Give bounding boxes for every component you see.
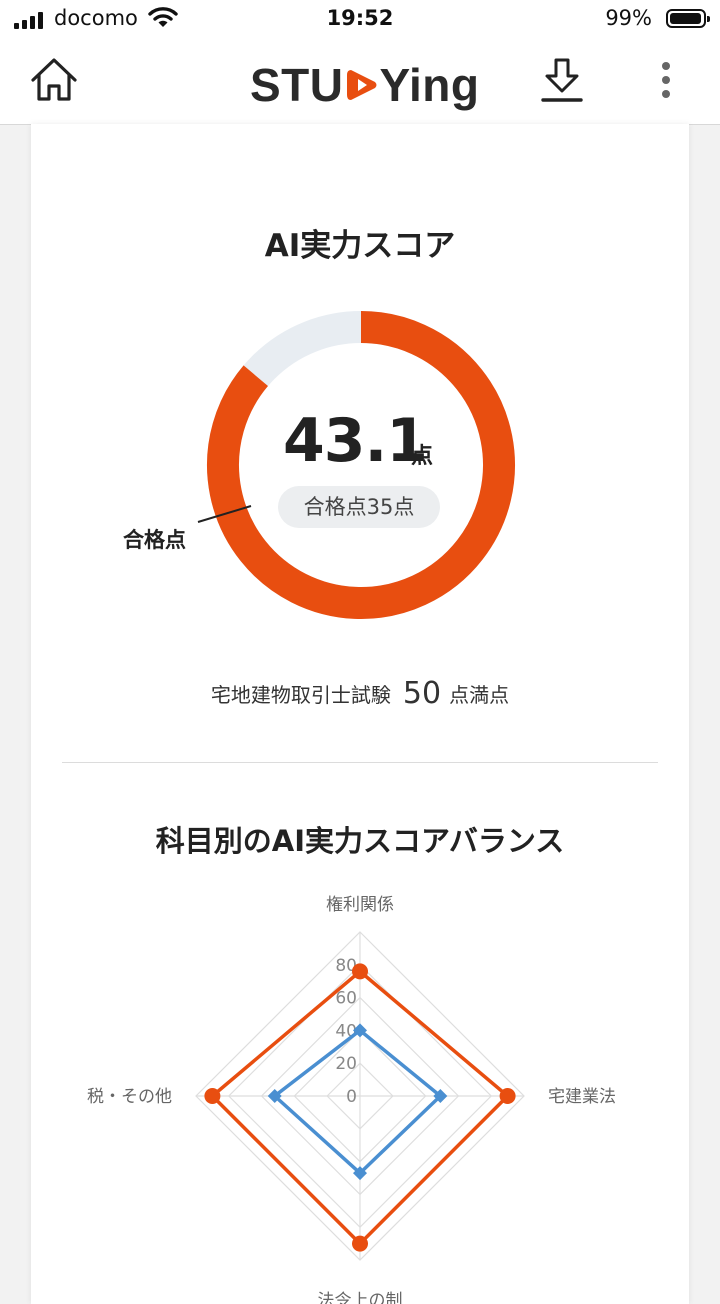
radar-axis-label: 法令上の制 [318, 1291, 403, 1304]
home-icon [31, 58, 77, 101]
status-bar: docomo 19:52 99% [0, 0, 720, 40]
radar-tick-label: 40 [335, 1021, 357, 1041]
battery-percent: 99% [605, 6, 652, 30]
score-unit: 点 [411, 444, 434, 469]
download-icon [541, 58, 583, 102]
subject-radar-chart: 806040200権利関係宅建業法法令上の制税・その他 [87, 895, 616, 1304]
battery-icon [666, 9, 710, 28]
score-value: 43.1 [283, 406, 428, 476]
exam-max-suffix: 点満点 [449, 683, 510, 707]
play-logo-icon [346, 69, 376, 100]
download-button[interactable] [538, 56, 586, 106]
app-header: STU Ying [0, 40, 720, 125]
score-title: AI実力スコア [264, 228, 456, 264]
radar-point [352, 1235, 368, 1252]
radar-point [352, 963, 368, 980]
score-card: AI実力スコア 43.1 点 合格点35点 合格点 宅地建物取引士試験 50 点満点… [31, 124, 689, 1304]
radar-axis-label: 税・その他 [87, 1087, 172, 1107]
pass-score-pill: 合格点35点 [278, 486, 440, 528]
radar-tick-label: 0 [346, 1087, 357, 1107]
exam-max-score: 50 [402, 676, 442, 711]
home-button[interactable] [28, 54, 80, 106]
radar-axis-label: 権利関係 [326, 895, 394, 915]
exam-name: 宅地建物取引士試験 [210, 683, 391, 707]
studying-logo: STU Ying [250, 58, 480, 111]
section-divider [62, 762, 658, 763]
pass-score-marker [197, 505, 252, 523]
balance-title: 科目別のAI実力スコアバランス [155, 824, 565, 858]
radar-point [499, 1088, 516, 1104]
exam-info: 宅地建物取引士試験 50 点満点 [31, 676, 689, 711]
pass-score-label: 合格点 [123, 528, 186, 552]
more-options-button[interactable] [654, 60, 678, 100]
radar-tick-label: 20 [335, 1054, 357, 1074]
radar-point [204, 1088, 221, 1104]
radar-axis-label: 宅建業法 [548, 1087, 616, 1107]
